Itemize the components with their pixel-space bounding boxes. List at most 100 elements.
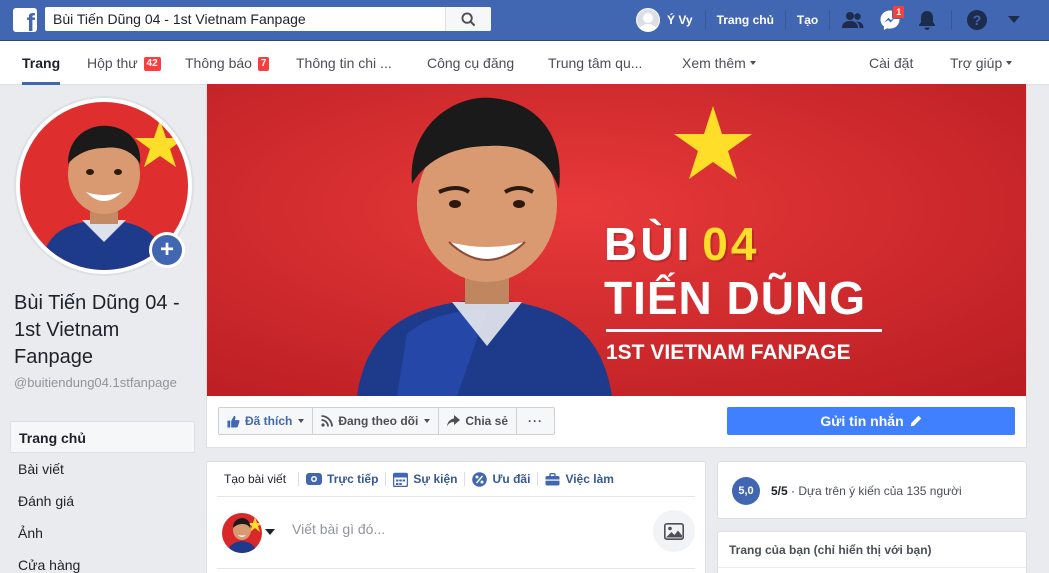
home-link[interactable]: Trang chủ (706, 13, 785, 27)
chevron-down-icon (424, 419, 431, 423)
more-icon: ··· (528, 414, 544, 428)
add-photo-button[interactable] (653, 510, 695, 552)
tab-label: Hộp thư (87, 55, 138, 71)
tab-publishing-tools[interactable]: Công cụ đăng (427, 41, 514, 85)
your-page-title: Trang của bạn (chỉ hiển thị với bạn) (729, 543, 932, 557)
tab-label: Trung tâm qu... (548, 55, 643, 71)
your-page-card: Trang của bạn (chỉ hiển thị với bạn) (717, 531, 1027, 573)
left-sidebar-menu: Trang chủ Bài viết Đánh giá Ảnh Cửa hàng (10, 421, 195, 573)
tab-ads-center[interactable]: Trung tâm qu... (548, 41, 642, 85)
top-navbar: f Ý Vy Trang chủ Tạo 1 ? (0, 0, 1049, 41)
cover-subtitle: 1ST VIETNAM FANPAGE (606, 341, 851, 364)
page-admin-nav: Trang Hộp thư 42 Thông báo 7 Thông tin c… (0, 41, 1049, 85)
calendar-icon (393, 472, 409, 487)
composer-tab-create-post[interactable]: Tạo bài viết (217, 462, 298, 497)
svg-text:?: ? (972, 12, 981, 28)
search-bar (45, 7, 491, 31)
user-avatar (636, 8, 660, 32)
send-message-label: Gửi tin nhắn (820, 413, 904, 429)
composer-tab-live[interactable]: Trực tiếp (299, 462, 385, 497)
tab-label: Công cụ đăng (427, 55, 515, 71)
page-username[interactable]: @buitiendung04.1stfanpage (14, 375, 199, 391)
tab-page[interactable]: Trang (22, 41, 61, 85)
tab-settings[interactable]: Cài đặt (869, 41, 913, 85)
cover-jersey-number: 04 (702, 218, 760, 270)
search-input[interactable] (45, 7, 445, 31)
sidebar-item-shop[interactable]: Cửa hàng (10, 549, 195, 573)
rating-summary[interactable]: 5/5 · Dựa trên ý kiến của 135 người (771, 484, 962, 498)
composer-tab-jobs[interactable]: Việc làm (538, 462, 620, 497)
cover-surname: BÙI (604, 218, 693, 270)
nav-divider (951, 10, 953, 30)
dropdown-icon (1007, 16, 1020, 23)
friend-requests-button[interactable] (834, 0, 871, 40)
composer-tab-label: Việc làm (565, 472, 614, 486)
composer-tab-label: Sự kiện (413, 472, 458, 486)
chevron-down-icon (749, 61, 756, 65)
chevron-down-icon[interactable] (265, 529, 275, 535)
percent-icon (472, 471, 488, 487)
chevron-down-icon (298, 419, 305, 423)
tab-more[interactable]: Xem thêm (682, 41, 756, 85)
cover-divider (606, 329, 882, 332)
card-divider (718, 567, 1026, 568)
post-composer: Tạo bài viết Trực tiếp Sự kiện Ưu đãi Vi… (206, 461, 706, 573)
chevron-down-icon (1006, 61, 1013, 65)
search-icon (461, 11, 476, 26)
tab-inbox[interactable]: Hộp thư 42 (87, 41, 161, 85)
rating-card: 5,0 5/5 · Dựa trên ý kiến của 135 người (717, 461, 1027, 519)
live-video-icon (306, 473, 323, 485)
sidebar-item-home[interactable]: Trang chủ (10, 421, 195, 453)
update-profile-picture-button[interactable]: + (149, 232, 185, 268)
photo-icon (664, 522, 684, 540)
tab-help[interactable]: Trợ giúp (950, 41, 1013, 85)
composer-tab-offer[interactable]: Ưu đãi (465, 462, 537, 497)
help-button[interactable]: ? (958, 0, 995, 40)
following-label: Đang theo dõi (338, 414, 419, 428)
sidebar-item-photos[interactable]: Ảnh (10, 517, 195, 549)
composer-divider (217, 568, 695, 569)
notifications-badge: 7 (257, 57, 270, 71)
sidebar-item-reviews[interactable]: Đánh giá (10, 485, 195, 517)
tab-notifications[interactable]: Thông báo 7 (185, 41, 270, 85)
thumbs-up-icon (227, 415, 240, 428)
composer-tab-label: Ưu đãi (492, 472, 531, 486)
bell-icon (918, 11, 935, 30)
composer-tab-label: Tạo bài viết (224, 472, 287, 486)
liked-label: Đã thích (245, 414, 293, 428)
rating-score-badge: 5,0 (732, 477, 760, 505)
tab-info[interactable]: Thông tin chi ... (296, 41, 392, 85)
more-options-button[interactable]: ··· (517, 407, 556, 435)
composer-tab-event[interactable]: Sự kiện (386, 462, 464, 497)
share-label: Chia sẻ (465, 414, 509, 428)
cover-title-line2: TIẾN DŨNG (604, 272, 866, 324)
top-nav-right: Ý Vy Trang chủ Tạo 1 ? (636, 0, 1032, 40)
notifications-button[interactable] (908, 0, 945, 40)
composer-input[interactable]: Viết bài gì đó... (292, 521, 385, 537)
tab-label: Xem thêm (682, 55, 746, 71)
page-action-bar: Đã thích Đang theo dõi Chia sẻ ··· Gửi t… (206, 396, 1027, 448)
tab-label: Trợ giúp (950, 55, 1003, 71)
messenger-badge: 1 (892, 5, 906, 19)
rss-icon (321, 415, 334, 427)
cover-photo[interactable]: BÙI 04 TIẾN DŨNG 1ST VIETNAM FANPAGE (206, 84, 1027, 396)
facebook-logo-icon[interactable]: f (13, 8, 37, 32)
liked-button[interactable]: Đã thích (218, 407, 314, 435)
search-button[interactable] (445, 7, 491, 31)
composer-avatar[interactable] (222, 513, 262, 553)
rating-value: 5/5 (771, 484, 788, 498)
messenger-button[interactable]: 1 (871, 0, 908, 40)
share-button[interactable]: Chia sẻ (439, 407, 518, 435)
composer-tab-label: Trực tiếp (327, 472, 379, 486)
create-link[interactable]: Tạo (786, 13, 829, 27)
sidebar-item-posts[interactable]: Bài viết (10, 453, 195, 485)
profile-link[interactable]: Ý Vy (636, 8, 705, 32)
send-message-button[interactable]: Gửi tin nhắn (727, 407, 1015, 435)
pencil-icon (910, 415, 921, 427)
briefcase-icon (545, 472, 560, 485)
following-button[interactable]: Đang theo dõi (313, 407, 440, 435)
tab-label: Cài đặt (869, 55, 914, 71)
friends-icon (841, 12, 864, 28)
plus-icon: + (152, 235, 182, 265)
account-menu-button[interactable] (995, 0, 1032, 40)
